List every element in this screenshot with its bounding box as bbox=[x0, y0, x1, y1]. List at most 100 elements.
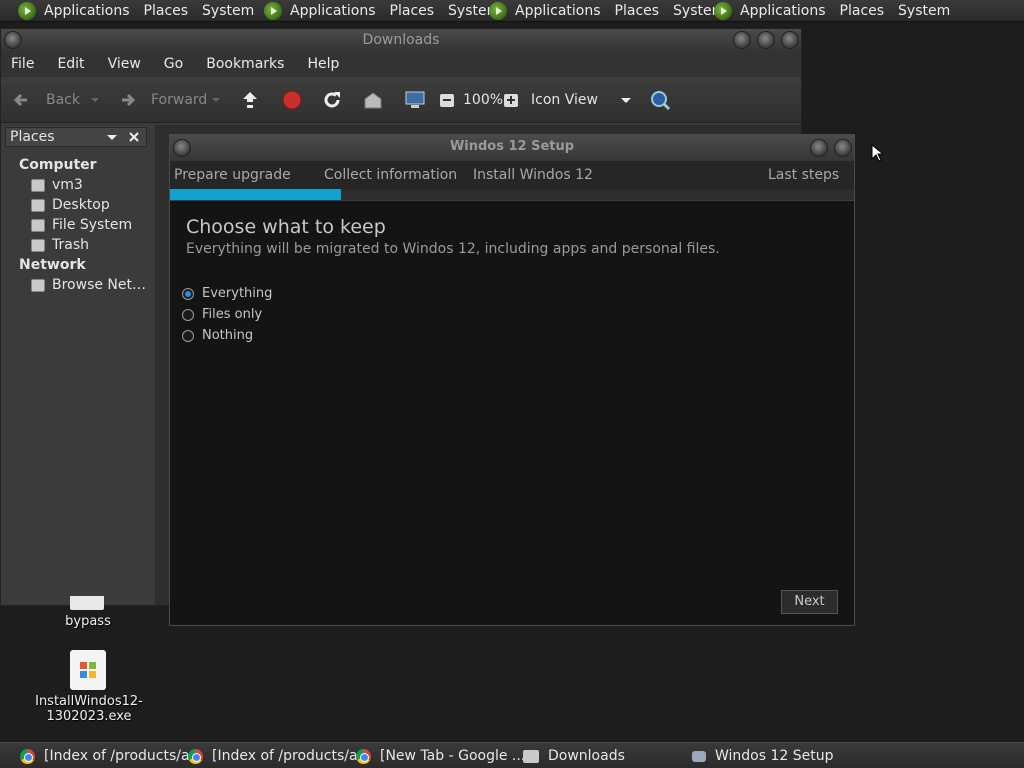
option-nothing[interactable]: Nothing bbox=[182, 328, 253, 343]
back-arrow-icon[interactable] bbox=[11, 89, 33, 111]
sidebar-dropdown-icon[interactable] bbox=[106, 133, 118, 143]
step-last-steps: Last steps bbox=[768, 167, 840, 183]
radio-button[interactable] bbox=[182, 308, 194, 321]
sidebar-item-vm3[interactable]: vm3 bbox=[31, 177, 83, 193]
toolbar: Back Forward 100% Icon View bbox=[1, 77, 801, 123]
page-title: Choose what to keep bbox=[186, 216, 386, 238]
taskbar-item[interactable]: [New Tab - Google ... bbox=[356, 747, 525, 765]
places-menu[interactable]: Places bbox=[615, 3, 660, 19]
taskbar-item[interactable]: [Index of /products/a... bbox=[188, 747, 371, 765]
taskbar-item-label: Downloads bbox=[548, 748, 625, 764]
setup-icon bbox=[692, 750, 706, 762]
sidebar-item-file-system[interactable]: File System bbox=[31, 217, 132, 233]
menu-file[interactable]: File bbox=[11, 56, 34, 72]
applications-menu[interactable]: Applications bbox=[515, 3, 601, 19]
view-mode-dropdown-icon[interactable] bbox=[619, 89, 633, 111]
forward-button[interactable]: Forward bbox=[151, 92, 207, 108]
desktop-icon-label[interactable]: InstallWindos12- 1302023.exe bbox=[30, 694, 148, 724]
forward-arrow-icon[interactable] bbox=[117, 89, 139, 111]
sidebar-header[interactable]: Places bbox=[5, 127, 147, 147]
taskbar-item[interactable]: Windos 12 Setup bbox=[692, 747, 834, 765]
step-prepare-upgrade: Prepare upgrade bbox=[174, 167, 291, 183]
panel-menu-group: Applications Places System bbox=[264, 0, 514, 22]
close-button[interactable] bbox=[834, 139, 852, 157]
mouse-cursor-icon bbox=[871, 144, 883, 162]
setup-titlebar[interactable]: Windos 12 Setup bbox=[170, 135, 854, 161]
setup-window: Windos 12 Setup Prepare upgrade Collect … bbox=[169, 134, 855, 626]
radio-button[interactable] bbox=[182, 287, 194, 300]
applications-icon[interactable] bbox=[18, 2, 36, 20]
desktop-icon-label[interactable]: bypass bbox=[48, 614, 128, 629]
sidebar-item-label: vm3 bbox=[52, 177, 83, 193]
installer-file-icon[interactable] bbox=[70, 650, 106, 690]
drive-icon bbox=[31, 218, 45, 232]
applications-icon[interactable] bbox=[264, 2, 282, 20]
step-install: Install Windos 12 bbox=[473, 167, 593, 183]
applications-menu[interactable]: Applications bbox=[740, 3, 826, 19]
up-arrow-icon[interactable] bbox=[239, 89, 261, 111]
sidebar-section-computer: Computer bbox=[19, 157, 97, 173]
menu-bookmarks[interactable]: Bookmarks bbox=[206, 56, 284, 72]
zoom-out-icon[interactable] bbox=[439, 89, 455, 111]
panel-menu-group: Applications Places System bbox=[18, 0, 268, 22]
option-everything[interactable]: Everything bbox=[182, 286, 272, 301]
page-subtitle: Everything will be migrated to Windos 12… bbox=[186, 241, 720, 257]
taskbar-item-label: [Index of /products/a... bbox=[44, 748, 203, 764]
sidebar-item-browse-network[interactable]: Browse Net… bbox=[31, 277, 146, 293]
back-dropdown-icon[interactable] bbox=[88, 89, 102, 111]
minimize-button[interactable] bbox=[810, 139, 828, 157]
home-folder-icon bbox=[31, 178, 45, 192]
computer-icon[interactable] bbox=[404, 89, 426, 111]
desktop-folder-icon bbox=[31, 198, 45, 212]
sidebar-item-label: Browse Net… bbox=[52, 277, 147, 293]
chrome-icon bbox=[356, 748, 371, 764]
view-mode-select[interactable]: Icon View bbox=[531, 92, 598, 108]
zoom-level: 100% bbox=[463, 92, 504, 108]
network-icon bbox=[31, 278, 45, 292]
zoom-in-icon[interactable] bbox=[503, 89, 519, 111]
close-button[interactable] bbox=[781, 31, 799, 49]
sidebar-item-desktop[interactable]: Desktop bbox=[31, 197, 110, 213]
minimize-button[interactable] bbox=[733, 31, 751, 49]
menu-help[interactable]: Help bbox=[307, 56, 339, 72]
taskbar: [Index of /products/a... [Index of /prod… bbox=[0, 742, 1024, 768]
panel-menu-group: Applications Places System bbox=[714, 0, 964, 22]
menu-edit[interactable]: Edit bbox=[57, 56, 84, 72]
home-icon[interactable] bbox=[362, 89, 384, 111]
option-label: Everything bbox=[202, 286, 273, 301]
menu-view[interactable]: View bbox=[108, 56, 141, 72]
sidebar-close-icon[interactable] bbox=[128, 131, 140, 143]
reload-icon[interactable] bbox=[321, 89, 343, 111]
option-label: Files only bbox=[202, 307, 263, 322]
back-button[interactable]: Back bbox=[46, 92, 80, 108]
system-menu[interactable]: System bbox=[202, 3, 254, 19]
option-label: Nothing bbox=[202, 328, 254, 343]
menu-go[interactable]: Go bbox=[164, 56, 183, 72]
setup-progress-bar bbox=[170, 189, 854, 201]
applications-menu[interactable]: Applications bbox=[290, 3, 376, 19]
panel-menu-group: Applications Places System bbox=[489, 0, 739, 22]
taskbar-item[interactable]: Downloads bbox=[523, 747, 625, 765]
applications-icon[interactable] bbox=[714, 2, 732, 20]
taskbar-item[interactable]: [Index of /products/a... bbox=[20, 747, 203, 765]
stop-icon[interactable] bbox=[281, 89, 303, 111]
radio-button[interactable] bbox=[182, 329, 194, 342]
maximize-button[interactable] bbox=[757, 31, 775, 49]
taskbar-item-label: [Index of /products/a... bbox=[212, 748, 371, 764]
file-manager-titlebar[interactable]: Downloads bbox=[1, 29, 801, 51]
chrome-icon bbox=[188, 748, 203, 764]
places-menu[interactable]: Places bbox=[840, 3, 885, 19]
chrome-icon bbox=[20, 748, 35, 764]
system-menu[interactable]: System bbox=[898, 3, 950, 19]
bypass-file-icon[interactable] bbox=[70, 596, 104, 610]
option-files-only[interactable]: Files only bbox=[182, 307, 262, 322]
forward-dropdown-icon[interactable] bbox=[209, 89, 223, 111]
applications-menu[interactable]: Applications bbox=[44, 3, 130, 19]
places-menu[interactable]: Places bbox=[144, 3, 189, 19]
places-menu[interactable]: Places bbox=[390, 3, 435, 19]
search-icon[interactable] bbox=[649, 89, 671, 111]
next-button[interactable]: Next bbox=[781, 590, 838, 614]
places-sidebar: Places Computer vm3 Desktop File System … bbox=[1, 125, 151, 605]
sidebar-item-trash[interactable]: Trash bbox=[31, 237, 89, 253]
applications-icon[interactable] bbox=[489, 2, 507, 20]
